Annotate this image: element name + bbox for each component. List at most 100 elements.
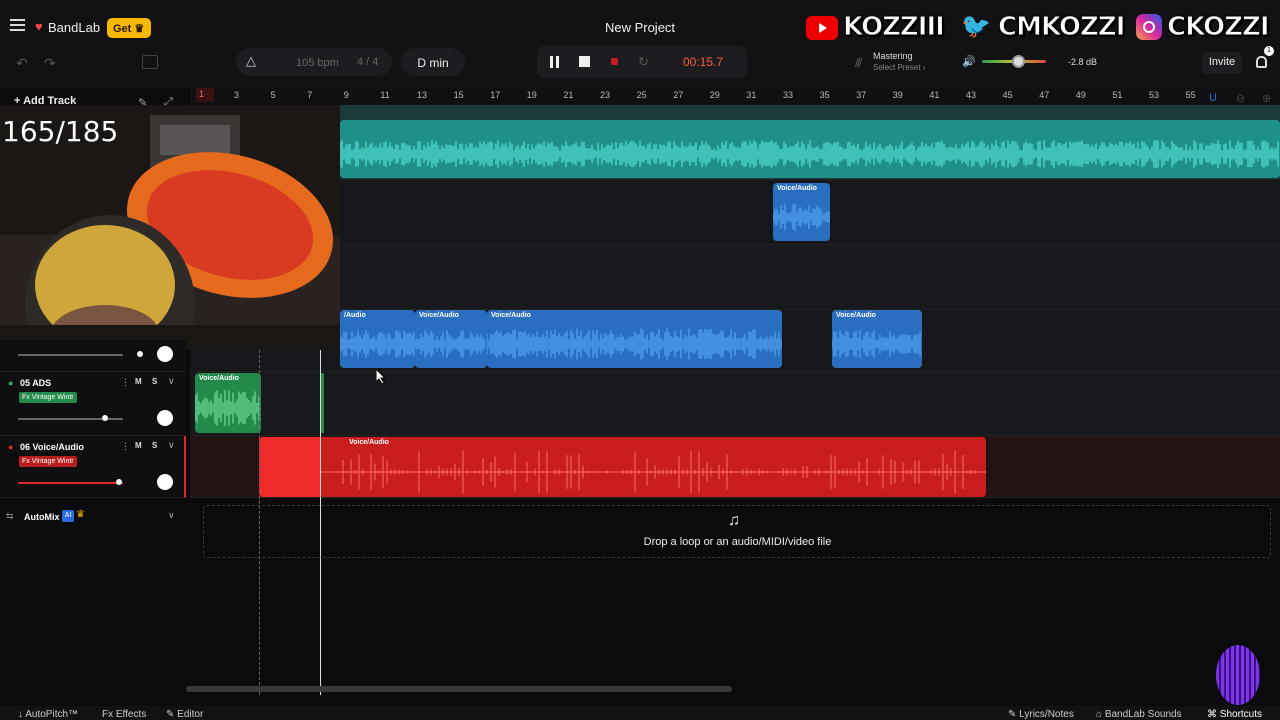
editor-button[interactable]: ✎ Editor [166,709,203,720]
ruler-bar-label: 49 [1075,90,1086,100]
volume-slider[interactable] [18,482,123,484]
shortcuts-label: Shortcuts [1219,709,1263,720]
magnet-icon[interactable]: U [1209,92,1217,104]
volume-thumb[interactable] [137,351,143,357]
automix-label[interactable]: AutoMix [24,512,60,522]
fx-badge[interactable]: Fx Vintage Wintr [19,392,77,403]
volume-thumb[interactable] [102,415,108,421]
teal-audio-clip[interactable] [340,120,1280,178]
redo-icon[interactable]: ↷ [44,55,56,72]
voice-audio-clip[interactable]: /Audio [340,310,415,368]
more-options-icon[interactable]: ⋮ [121,441,130,452]
voice-audio-clip[interactable]: Voice/Audio [195,373,261,433]
time-signature[interactable]: 4 / 4 [357,56,378,68]
zoom-out-icon[interactable]: ⊖ [1236,92,1245,105]
track-number: 06 [20,442,31,452]
voice-audio-clip[interactable]: Voice/Audio [415,310,487,368]
mute-button[interactable]: M [135,377,142,386]
ruler-bar-label: 21 [563,90,574,100]
undo-icon[interactable]: ↶ [16,55,28,72]
chevron-down-icon[interactable]: ∨ [168,440,175,451]
bpm-value[interactable]: 105 bpm [296,57,339,69]
record-icon[interactable] [611,58,618,65]
track-header-voice-audio[interactable]: ● 06 Voice/Audio ⋮ M S ∨ Fx Vintage Wint… [0,436,186,498]
project-title[interactable]: New Project [560,20,720,35]
key-value[interactable]: D min [401,56,465,70]
mouse-cursor-icon [376,369,386,385]
ruler-bar-label: 9 [343,90,349,100]
clip-label: Voice/Audio [199,375,239,382]
chevron-down-icon[interactable]: ∨ [168,376,175,387]
timeline-ruler[interactable]: 3 5 7 9 11 13 15 17 19 21 23 25 27 29 31 33 35 37 39 41 43 45… [190,88,1280,105]
lyrics-notes-button[interactable]: ✎ Lyrics/Notes [1008,709,1074,720]
solo-button[interactable]: S [152,441,157,450]
track-lane-3[interactable] [190,245,1280,310]
more-options-icon[interactable]: ⋮ [121,377,130,388]
stop-icon[interactable] [579,56,590,67]
clip-label: Voice/Audio [419,312,459,319]
youtube-icon [806,16,838,40]
voice-audio-clip[interactable]: Voice/Audio [832,310,922,368]
waveform-path [340,330,415,358]
ruler-bar-label: 15 [453,90,464,100]
effects-button[interactable]: Fx Effects [102,709,146,720]
zoom-in-icon[interactable]: ⊕ [1262,92,1271,105]
volume-thumb[interactable] [116,479,122,485]
lyrics-label: Lyrics/Notes [1019,709,1074,720]
ruler-bar-label: 17 [490,90,501,100]
automix-icon: ⇆ [6,511,14,521]
pan-knob[interactable] [157,346,173,362]
clip-label: Voice/Audio [777,185,817,192]
track-lane-2[interactable] [190,180,1280,245]
invite-button[interactable]: Invite [1202,52,1242,74]
pan-knob[interactable] [157,410,173,426]
select-preset-label[interactable]: Select Preset › [873,63,925,72]
waveform-path [832,330,921,358]
ruler-bar-label: 53 [1149,90,1160,100]
bandlab-sounds-button[interactable]: ⌂ BandLab Sounds [1096,709,1182,720]
volume-icon[interactable]: 🔊 [962,55,976,68]
effects-label: Effects [115,709,147,720]
add-music-icon: ♫ [728,512,740,529]
chevron-down-icon[interactable]: ∨ [168,510,175,521]
master-volume-thumb[interactable] [1012,55,1025,68]
get-membership-button[interactable]: Get ♛ [107,18,151,38]
waveform-path [415,330,486,358]
red-waveform [259,450,986,494]
grid-icon[interactable] [142,55,158,69]
bandlab-logo-text[interactable]: BandLab [48,20,100,35]
blue-waveform [487,328,782,360]
horizontal-scrollbar[interactable] [186,686,732,692]
shortcuts-button[interactable]: ⌘ Shortcuts [1207,709,1262,720]
track-lane-5[interactable] [190,372,1280,436]
ruler-bar-label: 45 [1002,90,1013,100]
metronome-icon[interactable]: △ [246,53,256,69]
pan-knob[interactable] [157,474,173,490]
track-header-ads[interactable]: ● 05 ADS ⋮ M S ∨ Fx Vintage Wintr [0,372,186,436]
solo-button[interactable]: S [152,377,157,386]
instagram-icon [1136,14,1162,40]
blue-waveform [773,203,830,231]
ruler-bar-label: 55 [1185,90,1196,100]
twitter-handle: CMKOZZI [997,12,1125,43]
autopitch-label: AutoPitch™ [25,709,79,720]
pause-icon[interactable] [550,56,559,68]
voice-audio-clip[interactable]: Voice/Audio [487,310,782,368]
ruler-bar-label: 23 [600,90,611,100]
blue-waveform [832,330,921,358]
fx-badge[interactable]: Fx Vintage Wintr [19,456,77,467]
time-display: 00:15.7 [683,55,724,69]
voice-audio-clip[interactable]: Voice/Audio [259,437,986,497]
autopitch-button[interactable]: ↓ AutoPitch™ [18,709,78,720]
volume-slider[interactable] [18,354,123,356]
mute-button[interactable]: M [135,441,142,450]
playhead-marker[interactable]: 1 [196,88,214,102]
mastering-icon[interactable]: ⫻ [855,56,862,71]
loop-icon[interactable]: ↻ [638,54,649,70]
mastering-label[interactable]: Mastering [873,51,913,61]
red-clip-selection[interactable] [259,437,321,497]
bell-icon[interactable] [1256,56,1267,68]
hamburger-menu-icon[interactable] [10,19,25,31]
ruler-bar-label: 43 [966,90,977,100]
voice-audio-clip[interactable]: Voice/Audio [773,183,830,241]
